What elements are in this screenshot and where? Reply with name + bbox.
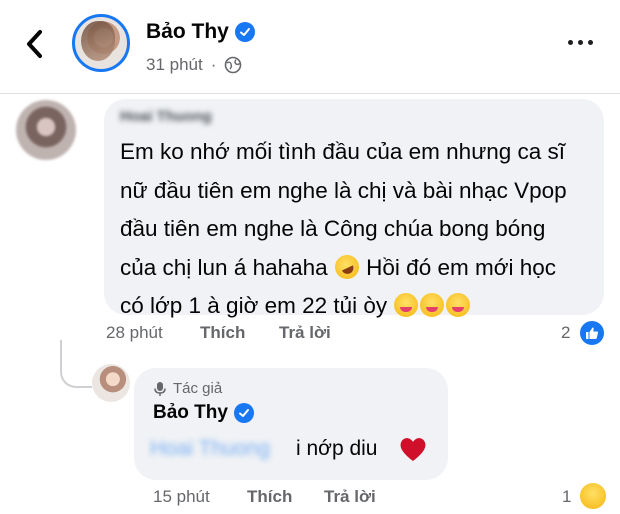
like-icon[interactable] <box>578 319 606 347</box>
yum-emoji-icon <box>446 293 471 317</box>
commenter-name[interactable]: Hoai Thuong <box>120 108 212 125</box>
post-meta: 31 phút · <box>146 55 242 75</box>
avatar[interactable] <box>72 14 130 72</box>
comment-text: Em ko nhớ mối tình đầu của em nhưng ca s… <box>120 133 600 326</box>
reply-time[interactable]: 15 phút <box>153 487 210 507</box>
yum-emoji-icon <box>420 293 445 317</box>
reply-button[interactable]: Trả lời <box>279 323 331 343</box>
reply-author-name[interactable]: Bảo Thy <box>153 402 228 424</box>
verified-badge-icon <box>233 403 254 423</box>
care-icon[interactable] <box>578 481 608 511</box>
post-time[interactable]: 31 phút <box>146 55 203 75</box>
reply-author[interactable]: Bảo Thy <box>153 402 254 424</box>
author-badge: Tác giả <box>153 380 222 397</box>
avatar[interactable] <box>92 364 130 402</box>
divider <box>0 93 620 94</box>
back-button[interactable] <box>20 26 50 62</box>
thread-connector <box>60 340 92 388</box>
rofl-emoji-icon <box>330 250 363 283</box>
globe-icon[interactable] <box>224 56 242 74</box>
verified-badge-icon <box>234 22 255 42</box>
like-button[interactable]: Thích <box>247 487 292 507</box>
comment-time[interactable]: 28 phút <box>106 323 163 343</box>
reply-button[interactable]: Trả lời <box>324 487 376 507</box>
chevron-left-icon <box>27 30 42 58</box>
header-name[interactable]: Bảo Thy <box>146 20 229 44</box>
more-horizontal-icon <box>568 39 573 45</box>
page-title[interactable]: Bảo Thy <box>146 20 255 44</box>
commenter-avatar[interactable] <box>16 100 76 160</box>
reaction-count[interactable]: 2 <box>561 323 570 343</box>
reaction-count[interactable]: 1 <box>562 487 571 507</box>
microphone-icon <box>154 381 166 396</box>
heart-icon <box>400 438 426 461</box>
author-tag-label: Tác giả <box>173 380 223 397</box>
reply-text: i nớp diu <box>296 437 378 460</box>
mention-link[interactable]: Hoai Thuong <box>150 437 270 461</box>
more-options-button[interactable] <box>568 32 602 52</box>
yum-emoji-icon <box>394 293 419 317</box>
like-button[interactable]: Thích <box>200 323 245 343</box>
separator-dot: · <box>210 55 217 74</box>
